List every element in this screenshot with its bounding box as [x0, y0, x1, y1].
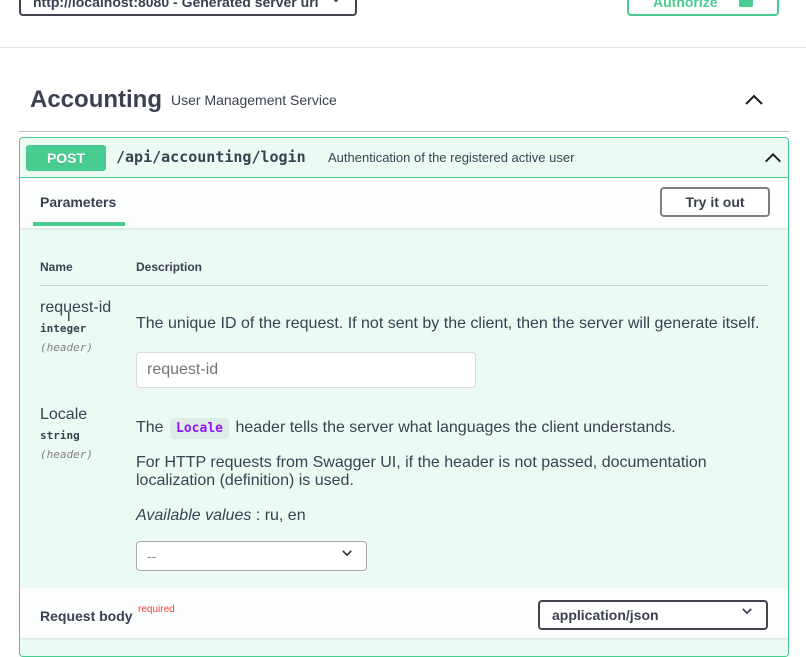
text-cursor-icon: I	[67, 309, 71, 324]
parameters-title: Parameters	[40, 194, 117, 210]
content-type-select[interactable]: application/json	[538, 600, 768, 630]
column-header-name: Name	[40, 260, 73, 274]
operation-summary-text: Authentication of the registered active …	[328, 150, 575, 165]
operation-path: /api/accounting/login	[116, 148, 306, 166]
chevron-up-icon[interactable]	[762, 147, 784, 169]
tag-description: User Management Service	[171, 92, 337, 108]
tab-underline	[33, 222, 125, 226]
available-values-label: Available values	[136, 507, 252, 524]
request-body-header: Request body required application/json	[20, 588, 788, 638]
request-id-input[interactable]	[136, 352, 476, 388]
param-location: (header)	[40, 341, 93, 354]
param-type: integer	[40, 322, 87, 335]
param-description: The Locale header tells the server what …	[136, 418, 776, 439]
server-select[interactable]: http://localhost:8080 - Generated server…	[19, 0, 357, 16]
parameters-header: Parameters Try it out	[20, 178, 788, 228]
param-name: request-id	[40, 299, 112, 316]
header-divider	[40, 285, 768, 286]
param-location: (header)	[40, 448, 93, 461]
chevron-down-icon	[333, 0, 339, 3]
available-values: Available values : ru, en	[136, 507, 306, 525]
param-description-2: For HTTP requests from Swagger UI, if th…	[136, 454, 707, 489]
tag-section-header[interactable]: Accounting User Management Service	[18, 78, 790, 132]
available-values-list: : ru, en	[255, 507, 306, 524]
column-header-description: Description	[136, 260, 203, 274]
desc-suffix: header tells the server what languages t…	[235, 419, 676, 436]
try-it-out-button[interactable]: Try it out	[660, 187, 770, 217]
locale-select-value: --	[147, 548, 157, 564]
method-badge: POST	[26, 145, 106, 171]
request-body-title: Request body	[40, 608, 133, 624]
required-label: required	[138, 604, 175, 615]
locale-select[interactable]: --	[136, 541, 367, 571]
server-select-value: http://localhost:8080 - Generated server…	[33, 0, 319, 10]
lock-icon	[739, 0, 753, 7]
param-description: The unique ID of the request. If not sen…	[136, 315, 760, 332]
content-type-value: application/json	[552, 607, 659, 623]
authorize-button[interactable]: Authorize	[627, 0, 779, 16]
chevron-up-icon[interactable]	[742, 88, 766, 112]
chevron-down-icon	[342, 550, 352, 557]
tag-name: Accounting	[30, 86, 162, 113]
desc-prefix: The	[136, 419, 164, 436]
authorize-label: Authorize	[653, 0, 718, 10]
operation-summary[interactable]: POST /api/accounting/login Authenticatio…	[20, 138, 788, 178]
param-name: Locale	[40, 406, 88, 423]
chevron-down-icon	[742, 608, 752, 615]
operation-block: POST /api/accounting/login Authenticatio…	[19, 137, 789, 657]
code-chip: Locale	[170, 418, 229, 439]
top-bar: http://localhost:8080 - Generated server…	[0, 0, 806, 48]
param-type: string	[40, 429, 80, 442]
